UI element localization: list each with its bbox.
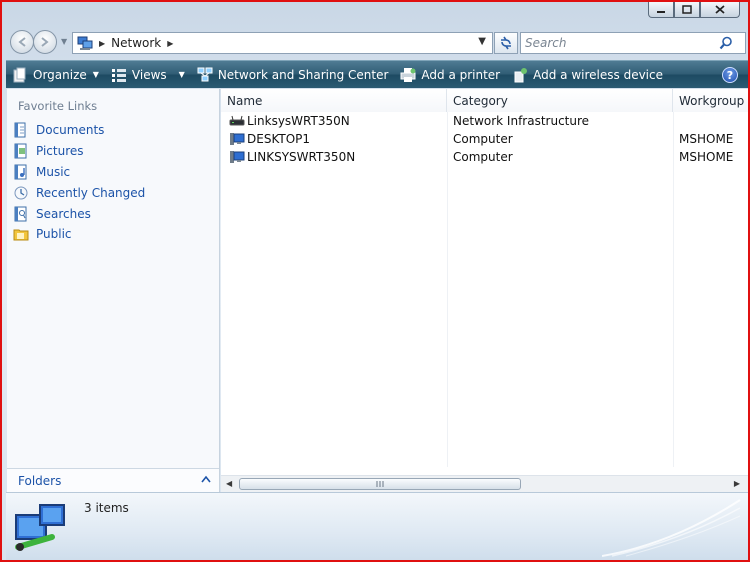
grip-icon <box>376 481 384 487</box>
address-dropdown-icon[interactable]: ▼ <box>478 36 486 47</box>
add-wireless-label: Add a wireless device <box>533 67 663 82</box>
explorer-window: ▼ ▶ Network ▶ ▼ Organize ▼ <box>0 0 750 562</box>
views-icon <box>111 68 127 82</box>
close-button[interactable] <box>700 2 740 18</box>
breadcrumb-separator-icon: ▶ <box>99 38 106 48</box>
computer-icon <box>229 132 245 146</box>
favorite-link-documents[interactable]: Documents <box>13 120 145 141</box>
favorite-link-searches[interactable]: Searches <box>13 203 145 224</box>
network-sharing-icon <box>197 67 213 83</box>
printer-icon <box>400 67 416 83</box>
organize-label: Organize <box>33 67 87 82</box>
address-bar[interactable]: ▶ Network ▶ ▼ <box>72 32 493 54</box>
scrollbar-thumb[interactable] <box>239 478 521 490</box>
favorite-link-pictures[interactable]: Pictures <box>13 141 145 162</box>
column-header-workgroup[interactable]: Workgroup <box>673 89 748 112</box>
computer-icon <box>229 150 245 164</box>
scroll-right-icon[interactable]: ▶ <box>734 479 740 488</box>
favorite-link-public[interactable]: Public <box>13 224 145 245</box>
details-pane: 3 items <box>6 492 748 560</box>
item-category: Computer <box>453 150 513 164</box>
network-sharing-center-button[interactable]: Network and Sharing Center <box>191 61 395 88</box>
favorite-links-list: Documents Pictures Music Recently Change… <box>13 120 145 245</box>
folders-label: Folders <box>18 473 62 488</box>
close-icon <box>715 5 725 14</box>
wireless-device-icon <box>512 67 528 83</box>
minimize-icon <box>657 10 665 13</box>
item-workgroup: MSHOME <box>679 150 734 164</box>
network-computers-icon <box>15 504 65 551</box>
organize-dropdown-icon: ▼ <box>92 70 99 79</box>
folders-toggle[interactable]: Folders <box>7 468 219 492</box>
breadcrumb-chevron-icon[interactable]: ▶ <box>167 39 173 48</box>
item-category: Computer <box>453 132 513 146</box>
caption-buttons <box>648 2 740 18</box>
search-box[interactable] <box>520 32 746 54</box>
chevron-up-icon <box>201 473 211 486</box>
list-item[interactable]: LINKSYSWRT350N Computer MSHOME <box>221 148 748 166</box>
add-printer-button[interactable]: Add a printer <box>394 61 506 88</box>
command-bar: Organize ▼ Views ▼ Network and Sharing C… <box>6 60 748 88</box>
maximize-icon <box>682 5 692 14</box>
list-item[interactable]: DESKTOP1 Computer MSHOME <box>221 130 748 148</box>
item-category: Network Infrastructure <box>453 114 590 128</box>
favorite-link-music[interactable]: Music <box>13 162 145 183</box>
search-icon[interactable] <box>717 36 735 50</box>
network-items-list: LinksysWRT350N Network Infrastructure DE… <box>221 112 748 166</box>
views-dropdown-icon: ▼ <box>178 70 185 79</box>
refresh-icon <box>501 36 511 50</box>
column-headers: Name Category Workgroup <box>221 89 748 112</box>
column-header-category[interactable]: Category <box>447 89 673 112</box>
address-row: ▼ ▶ Network ▶ ▼ <box>8 30 746 56</box>
favorite-link-recently-changed[interactable]: Recently Changed <box>13 182 145 203</box>
refresh-button[interactable] <box>494 32 518 54</box>
minimize-button[interactable] <box>648 2 674 18</box>
decorative-swoosh <box>602 499 741 557</box>
favorite-link-label: Public <box>36 227 72 242</box>
item-name: DESKTOP1 <box>247 132 311 146</box>
horizontal-scrollbar[interactable]: ◀ ▶ <box>221 475 748 492</box>
back-arrow-icon <box>18 37 26 47</box>
search-input[interactable] <box>521 36 717 50</box>
navigation-pane: Favorite Links Documents Pictures Music <box>7 89 220 492</box>
favorite-link-label: Searches <box>36 206 91 221</box>
favorite-link-label: Music <box>36 164 71 179</box>
router-icon <box>229 114 245 128</box>
item-name: LinksysWRT350N <box>247 114 350 128</box>
organize-icon <box>12 67 28 83</box>
item-count: 3 items <box>84 501 129 515</box>
file-list-pane: Name Category Workgroup LinksysWRT350N N… <box>221 89 748 492</box>
network-sharing-label: Network and Sharing Center <box>217 67 389 82</box>
list-item[interactable]: LinksysWRT350N Network Infrastructure <box>221 112 748 130</box>
public-folder-icon <box>13 226 29 242</box>
favorite-link-label: Pictures <box>36 144 84 159</box>
maximize-button[interactable] <box>674 2 700 18</box>
views-label: Views <box>131 67 167 82</box>
item-workgroup: MSHOME <box>679 132 734 146</box>
network-location-icon <box>77 35 93 51</box>
forward-button[interactable] <box>33 30 57 54</box>
pictures-icon <box>13 143 29 159</box>
searches-icon <box>13 206 29 222</box>
back-button[interactable] <box>10 30 34 54</box>
recently-changed-icon <box>13 185 29 201</box>
views-button[interactable]: Views ▼ <box>105 61 191 88</box>
recent-pages-dropdown[interactable]: ▼ <box>61 37 67 46</box>
item-name: LINKSYSWRT350N <box>247 150 356 164</box>
favorite-links-heading: Favorite Links <box>18 99 98 113</box>
add-wireless-device-button[interactable]: Add a wireless device <box>506 61 669 88</box>
column-header-name[interactable]: Name <box>221 89 447 112</box>
music-icon <box>13 164 29 180</box>
documents-icon <box>13 122 29 138</box>
favorite-link-label: Recently Changed <box>36 185 146 200</box>
favorite-link-label: Documents <box>36 123 105 138</box>
add-printer-label: Add a printer <box>421 67 501 82</box>
help-icon: ? <box>726 68 734 82</box>
forward-arrow-icon <box>41 37 49 47</box>
scroll-left-icon[interactable]: ◀ <box>226 479 232 488</box>
help-button[interactable]: ? <box>722 67 738 83</box>
organize-button[interactable]: Organize ▼ <box>6 61 105 88</box>
breadcrumb-network[interactable]: Network <box>111 36 161 50</box>
